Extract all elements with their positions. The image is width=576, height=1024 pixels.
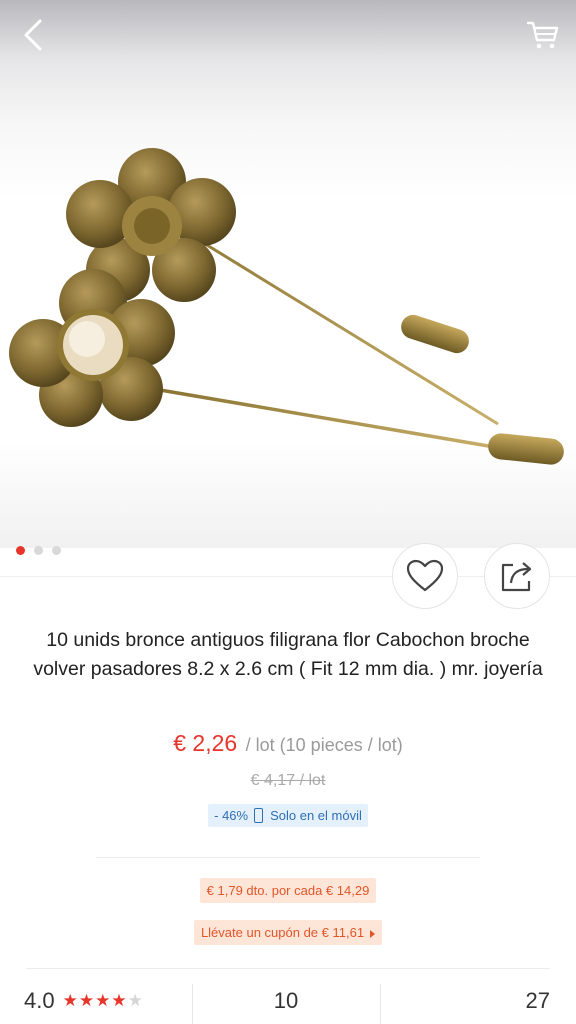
rating-stat[interactable]: 4.0 ★★★★★ — [24, 988, 144, 1014]
price-unit: / lot (10 pieces / lot) — [245, 735, 403, 755]
get-coupon-button[interactable]: Llévate un cupón de € 11,61 — [193, 920, 383, 945]
share-button[interactable] — [484, 543, 550, 609]
star-empty-icon: ★ — [127, 991, 144, 1010]
heart-icon — [406, 559, 444, 592]
coupon-row[interactable]: Llévate un cupón de € 11,61 — [0, 920, 576, 945]
product-photo — [9, 148, 564, 465]
divider — [26, 968, 550, 969]
price-line: € 2,26 / lot (10 pieces / lot) — [0, 730, 576, 757]
back-chevron-icon — [24, 19, 42, 51]
cart-button[interactable] — [518, 10, 568, 60]
share-icon — [501, 562, 532, 592]
current-price: € 2,26 — [173, 730, 238, 756]
star-filled-icon: ★ — [111, 991, 128, 1010]
discount-badge-row: - 46% Solo en el móvil — [0, 804, 576, 827]
volume-discount-row: € 1,79 dto. por cada € 14,29 — [0, 878, 576, 903]
rating-value: 4.0 — [24, 988, 55, 1013]
stat-separator — [380, 984, 381, 1024]
caret-right-icon — [370, 929, 376, 938]
gallery-dot-3 — [52, 546, 61, 555]
divider — [96, 857, 480, 858]
star-filled-icon: ★ — [78, 991, 96, 1010]
mobile-only-label: Solo en el móvil — [270, 808, 362, 823]
star-filled-icon: ★ — [62, 991, 79, 1010]
mobile-discount-badge: - 46% Solo en el móvil — [208, 804, 368, 827]
original-price: € 4,17 / lot — [250, 772, 326, 789]
back-button[interactable] — [8, 10, 58, 60]
discount-percent: - 46% — [214, 808, 249, 823]
coupon-label: Llévate un cupón de € 11,61 — [200, 925, 365, 940]
phone-icon — [254, 808, 264, 823]
gallery-dot-1 — [16, 546, 25, 555]
product-title: 10 unids bronce antiguos filigrana flor … — [33, 629, 543, 680]
product-image-gallery[interactable] — [0, 0, 576, 548]
rating-stars: ★★★★★ — [63, 991, 144, 1011]
star-filled-icon: ★ — [95, 991, 112, 1010]
product-stats-bar: 4.0 ★★★★★ 10 27 — [0, 984, 576, 1024]
wishlist-count-stat[interactable]: 27 — [526, 988, 550, 1014]
gallery-pagination — [16, 546, 61, 555]
orders-stat[interactable]: 10 — [192, 988, 380, 1014]
add-to-wishlist-button[interactable] — [392, 543, 458, 609]
volume-discount-tag: € 1,79 dto. por cada € 14,29 — [199, 878, 377, 903]
shopping-cart-icon — [526, 21, 559, 49]
gallery-dot-2 — [34, 546, 43, 555]
